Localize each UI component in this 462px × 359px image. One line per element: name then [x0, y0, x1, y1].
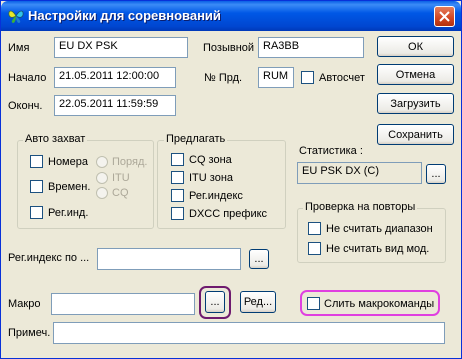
- cq-radio[interactable]: [96, 187, 108, 199]
- macro-field[interactable]: [51, 293, 195, 315]
- name-label: Имя: [8, 42, 30, 54]
- numbers-checkbox[interactable]: [30, 155, 43, 168]
- region-checkbox[interactable]: [30, 206, 43, 219]
- end-label: Оконч.: [8, 100, 43, 112]
- callsign-label: Позывной: [203, 42, 255, 54]
- itu-radio-label: ITU: [112, 172, 130, 184]
- ignore-mode-label: Не считать вид мод.: [326, 243, 430, 255]
- ok-button[interactable]: ОК: [377, 36, 454, 57]
- title-bar[interactable]: Настройки для соревнований: [1, 1, 461, 31]
- end-field[interactable]: 22.05.2011 11:59:59: [54, 95, 176, 116]
- close-button[interactable]: [434, 6, 455, 27]
- window-title: Настройки для соревнований: [28, 8, 221, 23]
- note-field[interactable]: [53, 322, 445, 344]
- cq-zone-checkbox[interactable]: [171, 153, 184, 166]
- statistics-field[interactable]: EU PSK DX (C): [297, 162, 422, 184]
- time-checkbox[interactable]: [30, 180, 43, 193]
- dxcc-prefix-checkbox[interactable]: [171, 207, 184, 220]
- note-label: Примеч.: [8, 327, 51, 339]
- cancel-button[interactable]: Отмена: [377, 64, 454, 85]
- itu-radio[interactable]: [96, 172, 108, 184]
- start-field[interactable]: 21.05.2011 12:00:00: [54, 67, 176, 88]
- macro-edit-button[interactable]: Ред...: [240, 291, 276, 313]
- region-index-checkbox[interactable]: [171, 189, 184, 202]
- numbers-label: Номера: [48, 156, 88, 168]
- ignore-mode-checkbox[interactable]: [308, 242, 321, 255]
- ignore-band-label: Не считать диапазон: [326, 223, 433, 235]
- dupe-check-title: Проверка на повторы: [303, 201, 418, 213]
- itu-zone-label: ITU зона: [189, 172, 234, 184]
- autocount-label: Автосчет: [319, 72, 365, 84]
- statistics-label: Статистика :: [299, 145, 363, 157]
- load-button[interactable]: Загрузить: [377, 93, 454, 114]
- region-index-by-label: Рег.индекс по ...: [8, 252, 90, 264]
- autocount-checkbox[interactable]: [301, 71, 314, 84]
- macro-browse-highlight: [199, 286, 231, 319]
- callsign-field[interactable]: RA3BB: [258, 37, 364, 58]
- region-index-label: Рег.индекс: [189, 190, 243, 202]
- ignore-band-checkbox[interactable]: [308, 222, 321, 235]
- number-field[interactable]: RUM: [258, 67, 294, 88]
- order-radio[interactable]: [96, 156, 108, 168]
- itu-zone-checkbox[interactable]: [171, 171, 184, 184]
- cq-radio-label: CQ: [112, 187, 129, 199]
- name-field[interactable]: EU DX PSK: [54, 37, 188, 58]
- start-label: Начало: [8, 72, 47, 84]
- close-icon: [439, 11, 450, 22]
- save-button[interactable]: Сохранить: [377, 124, 454, 145]
- offer-title: Предлагать: [164, 133, 228, 145]
- region-index-browse-button[interactable]: ...: [249, 249, 269, 269]
- region-index-by-field[interactable]: [97, 248, 241, 270]
- statistics-browse-button[interactable]: ...: [426, 164, 446, 184]
- number-label: № Прд.: [204, 72, 243, 84]
- contest-settings-dialog: Настройки для соревнований Имя EU DX PSK…: [0, 0, 462, 359]
- region-label: Рег.инд.: [48, 207, 89, 219]
- merge-macros-highlight: [300, 290, 440, 316]
- order-radio-label: Поряд.: [112, 156, 148, 168]
- auto-capture-title: Авто захват: [23, 133, 88, 145]
- macro-label: Макро: [8, 298, 41, 310]
- dxcc-prefix-label: DXCC префикс: [189, 208, 268, 220]
- cq-zone-label: CQ зона: [189, 154, 232, 166]
- butterfly-icon: [7, 7, 25, 25]
- time-label: Времен.: [48, 181, 91, 193]
